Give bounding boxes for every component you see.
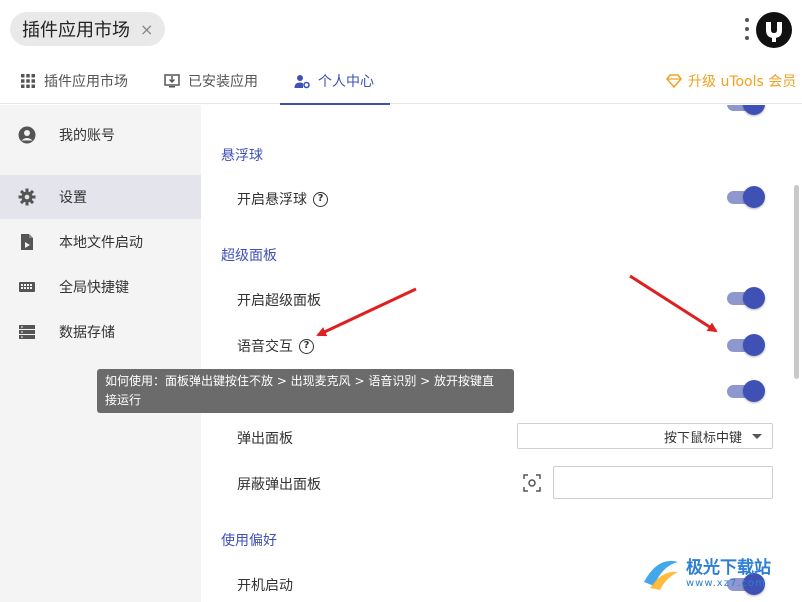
user-settings-icon bbox=[294, 75, 310, 89]
row-label: 语音交互 bbox=[237, 339, 293, 355]
sidebar-item-data-storage[interactable]: 数据存储 bbox=[0, 310, 201, 354]
toggle-knob bbox=[743, 380, 765, 402]
tab-installed-apps[interactable]: 已安装应用 bbox=[164, 58, 258, 104]
watermark-text: 极光下载站 bbox=[686, 557, 771, 578]
app-tab-label: 插件应用市场 bbox=[22, 20, 130, 41]
scrollbar[interactable] bbox=[794, 185, 799, 379]
row-enable-super-panel: 开启超级面板 bbox=[237, 290, 321, 310]
chevron-down-icon bbox=[752, 433, 762, 439]
account-circle-icon bbox=[18, 126, 36, 144]
sidebar-item-label: 我的账号 bbox=[59, 128, 115, 144]
row-autostart: 开机启动 bbox=[237, 575, 293, 595]
row-voice-interaction: 语音交互 ? bbox=[237, 336, 314, 356]
voice-help-tooltip: 如何使用：面板弹出键按住不放 > 出现麦克风 > 语音识别 > 放开按键直接运行 bbox=[97, 369, 514, 413]
help-icon[interactable]: ? bbox=[313, 191, 328, 207]
row-label: 弹出面板 bbox=[237, 431, 293, 447]
aurora-logo-icon bbox=[644, 560, 678, 590]
tab-personal-center[interactable]: 个人中心 bbox=[280, 58, 390, 105]
diamond-icon bbox=[666, 74, 682, 89]
tab-label: 个人中心 bbox=[318, 74, 374, 90]
grid-icon bbox=[21, 74, 35, 88]
toggle-knob bbox=[743, 105, 765, 115]
toggle-hidden-row[interactable] bbox=[727, 380, 765, 402]
close-icon[interactable]: × bbox=[140, 20, 153, 39]
settings-content: 悬浮球 开启悬浮球 ? 超级面板 开启超级面板 语音交互 ? 弹出面板 按下鼠标… bbox=[201, 105, 802, 602]
toggle-knob bbox=[743, 334, 765, 356]
toggle-knob bbox=[743, 186, 765, 208]
capture-target-icon[interactable] bbox=[523, 474, 541, 492]
row-label: 开启悬浮球 bbox=[237, 192, 307, 208]
sidebar-item-label: 数据存储 bbox=[59, 325, 115, 341]
title-bar: 插件应用市场 × bbox=[0, 0, 802, 58]
utools-logo-icon[interactable] bbox=[756, 12, 792, 48]
section-title-floating-ball: 悬浮球 bbox=[221, 148, 263, 164]
app-tab[interactable]: 插件应用市场 × bbox=[10, 12, 166, 46]
row-block-popup-panel: 屏蔽弹出面板 bbox=[237, 474, 321, 494]
sidebar-item-local-file-launch[interactable]: 本地文件启动 bbox=[0, 220, 201, 264]
toggle-super-panel[interactable] bbox=[727, 287, 765, 309]
toggle-voice-interaction[interactable] bbox=[727, 334, 765, 356]
tab-label: 已安装应用 bbox=[188, 74, 258, 90]
upgrade-link[interactable]: 升级 uTools 会员 bbox=[666, 58, 796, 104]
block-panel-input[interactable] bbox=[553, 466, 773, 499]
help-icon[interactable]: ? bbox=[299, 338, 314, 354]
tab-plugin-market[interactable]: 插件应用市场 bbox=[20, 58, 128, 104]
nav-bar: 插件应用市场 已安装应用 个人中心 升级 uTools 会员 bbox=[0, 58, 802, 105]
select-value: 按下鼠标中键 bbox=[663, 430, 742, 446]
sidebar-item-settings[interactable]: 设置 bbox=[0, 175, 201, 219]
upgrade-label: 升级 uTools 会员 bbox=[688, 74, 797, 90]
sidebar-item-label: 全局快捷键 bbox=[59, 280, 129, 296]
gear-icon bbox=[18, 188, 36, 206]
toggle-floating-ball[interactable] bbox=[727, 186, 765, 208]
popup-panel-select[interactable]: 按下鼠标中键 bbox=[517, 423, 773, 449]
section-title-preferences: 使用偏好 bbox=[221, 533, 277, 549]
row-label: 开机启动 bbox=[237, 578, 293, 594]
more-vertical-icon[interactable] bbox=[742, 18, 752, 40]
keyboard-icon bbox=[19, 282, 35, 292]
download-monitor-icon bbox=[164, 74, 180, 88]
sidebar: 我的账号 设置 本地文件启动 全局快捷键 数据存储 bbox=[0, 105, 201, 602]
sidebar-item-label: 设置 bbox=[59, 190, 87, 206]
toggle-previous-setting[interactable] bbox=[727, 105, 765, 115]
watermark: 极光下载站 www.xz7.com bbox=[640, 550, 798, 596]
watermark-url: www.xz7.com bbox=[686, 577, 766, 589]
row-label: 屏蔽弹出面板 bbox=[237, 477, 321, 493]
sidebar-item-label: 本地文件启动 bbox=[59, 235, 143, 251]
file-launch-icon bbox=[21, 234, 33, 250]
section-title-super-panel: 超级面板 bbox=[221, 248, 277, 264]
tab-label: 插件应用市场 bbox=[44, 74, 128, 90]
sidebar-item-account[interactable]: 我的账号 bbox=[0, 113, 201, 157]
toggle-knob bbox=[743, 287, 765, 309]
row-label: 开启超级面板 bbox=[237, 293, 321, 309]
storage-icon bbox=[19, 325, 35, 339]
row-popup-panel: 弹出面板 bbox=[237, 428, 293, 448]
row-enable-floating-ball: 开启悬浮球 ? bbox=[237, 189, 328, 209]
sidebar-item-global-shortcuts[interactable]: 全局快捷键 bbox=[0, 265, 201, 309]
